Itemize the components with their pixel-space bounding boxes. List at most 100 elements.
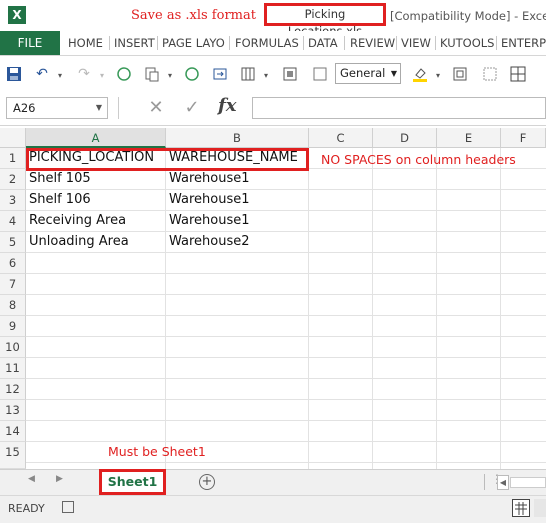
cell-a1[interactable]: PICKING_LOCATION xyxy=(26,148,166,169)
save-icon[interactable] xyxy=(6,66,22,82)
chevron-down-icon[interactable]: ▾ xyxy=(258,68,274,84)
tab-kutools[interactable]: KUTOOLS xyxy=(440,31,495,55)
save-format-annotation: Save as .xls format xyxy=(131,8,256,23)
window-title-mode: [Compatibility Mode] - Excel xyxy=(390,9,546,23)
tab-separator xyxy=(109,36,110,50)
tab-home[interactable]: HOME xyxy=(68,31,103,55)
tab-separator xyxy=(157,36,158,50)
number-format-value: General xyxy=(340,66,386,80)
column-header-c[interactable]: C xyxy=(309,128,373,148)
cancel-icon[interactable]: ✕ xyxy=(144,97,168,119)
scroll-thumb[interactable] xyxy=(510,477,546,488)
tab-separator xyxy=(496,36,497,50)
formula-input[interactable] xyxy=(252,97,546,119)
column-header-f[interactable]: F xyxy=(501,128,546,148)
name-box-value: A26 xyxy=(13,101,36,115)
column-header-a[interactable]: A xyxy=(26,128,166,148)
cell-a3[interactable]: Shelf 106 xyxy=(26,190,166,211)
sheet-annotation: Must be Sheet1 xyxy=(108,444,206,459)
cell-style-icon[interactable] xyxy=(282,66,298,82)
undo-icon[interactable]: ↶ xyxy=(34,66,50,82)
normal-view-icon[interactable] xyxy=(512,499,530,517)
tab-formulas[interactable]: FORMULAS xyxy=(235,31,299,55)
row-header[interactable]: 5 xyxy=(0,232,26,253)
tab-separator xyxy=(344,36,345,50)
circle-icon[interactable] xyxy=(116,66,132,82)
sheet-tabs-bar xyxy=(0,469,546,496)
table-icon[interactable] xyxy=(510,66,526,82)
column-header-e[interactable]: E xyxy=(437,128,501,148)
tab-insert[interactable]: INSERT xyxy=(114,31,155,55)
border-icon[interactable] xyxy=(240,66,256,82)
row-header[interactable]: 6 xyxy=(0,253,26,274)
row-header[interactable]: 8 xyxy=(0,295,26,316)
tabs-divider xyxy=(484,474,485,490)
row-header[interactable]: 10 xyxy=(0,337,26,358)
tab-page-layout[interactable]: PAGE LAYO xyxy=(162,31,225,55)
row-header[interactable]: 13 xyxy=(0,400,26,421)
add-sheet-icon[interactable]: + xyxy=(199,474,215,490)
tab-enterprise[interactable]: ENTERPR xyxy=(501,31,546,55)
redo-icon[interactable]: ↷ xyxy=(76,66,92,82)
insert-function-icon[interactable]: fx xyxy=(218,95,236,116)
page-layout-view-icon[interactable] xyxy=(534,499,546,517)
cell-b1[interactable]: WAREHOUSE_NAME xyxy=(166,148,309,169)
row-header[interactable]: 3 xyxy=(0,190,26,211)
tab-separator xyxy=(435,36,436,50)
chevron-down-icon[interactable]: ▾ xyxy=(162,68,178,84)
horizontal-scrollbar[interactable]: ◀ xyxy=(497,475,546,490)
status-bar xyxy=(0,495,546,523)
cell-b5[interactable]: Warehouse2 xyxy=(166,232,309,253)
cell-a4[interactable]: Receiving Area xyxy=(26,211,166,232)
tab-view[interactable]: VIEW xyxy=(401,31,431,55)
paste-special-icon[interactable] xyxy=(144,66,160,82)
cell-b2[interactable]: Warehouse1 xyxy=(166,169,309,190)
row-header[interactable]: 15 xyxy=(0,442,26,469)
blank-cell-icon[interactable] xyxy=(312,66,328,82)
window-title-filename: Picking Locations.xls xyxy=(264,3,386,38)
resize-icon[interactable] xyxy=(212,66,228,82)
row-header[interactable]: 2 xyxy=(0,169,26,190)
chevron-down-icon[interactable]: ▾ xyxy=(52,68,68,84)
grid-icon[interactable] xyxy=(482,66,498,82)
row-header[interactable]: 12 xyxy=(0,379,26,400)
select-all-corner[interactable] xyxy=(0,128,26,148)
row-header[interactable]: 1 xyxy=(0,148,26,169)
row-header[interactable]: 9 xyxy=(0,316,26,337)
number-format-select[interactable]: General ▼ xyxy=(335,63,401,84)
format-icon[interactable] xyxy=(452,66,468,82)
tab-data[interactable]: DATA xyxy=(308,31,338,55)
fill-color-icon[interactable] xyxy=(412,66,428,82)
formula-divider xyxy=(118,97,119,119)
scroll-left-icon[interactable]: ◀ xyxy=(497,475,509,490)
name-box[interactable]: A26 ▼ xyxy=(6,97,108,119)
tab-review[interactable]: REVIEW xyxy=(350,31,395,55)
scroll-left-icon[interactable]: ◀ xyxy=(28,474,35,484)
cell-b3[interactable]: Warehouse1 xyxy=(166,190,309,211)
scroll-right-icon[interactable]: ▶ xyxy=(56,474,63,484)
tab-separator xyxy=(396,36,397,50)
row-header[interactable]: 11 xyxy=(0,358,26,379)
chevron-down-icon[interactable]: ▾ xyxy=(94,68,110,84)
cell-a5[interactable]: Unloading Area xyxy=(26,232,166,253)
cell-a2[interactable]: Shelf 105 xyxy=(26,169,166,190)
row-header[interactable]: 4 xyxy=(0,211,26,232)
circle-icon[interactable] xyxy=(184,66,200,82)
enter-icon[interactable]: ✓ xyxy=(180,97,204,119)
row-header[interactable]: 14 xyxy=(0,421,26,442)
headers-annotation: NO SPACES on column headers xyxy=(321,152,516,167)
column-header-b[interactable]: B xyxy=(166,128,309,148)
chevron-down-icon: ▼ xyxy=(95,103,102,112)
tab-separator xyxy=(303,36,304,50)
file-tab[interactable]: FILE xyxy=(0,31,60,55)
row-header[interactable]: 7 xyxy=(0,274,26,295)
excel-app-icon[interactable]: X xyxy=(8,6,26,24)
chevron-down-icon[interactable]: ▾ xyxy=(430,68,446,84)
chevron-down-icon: ▼ xyxy=(390,69,397,78)
column-header-d[interactable]: D xyxy=(373,128,437,148)
sheet-tab-sheet1[interactable]: Sheet1 xyxy=(99,469,166,495)
tab-separator xyxy=(229,36,230,50)
cell-b4[interactable]: Warehouse1 xyxy=(166,211,309,232)
status-text: READY xyxy=(8,502,45,515)
macro-record-icon[interactable] xyxy=(62,501,74,513)
